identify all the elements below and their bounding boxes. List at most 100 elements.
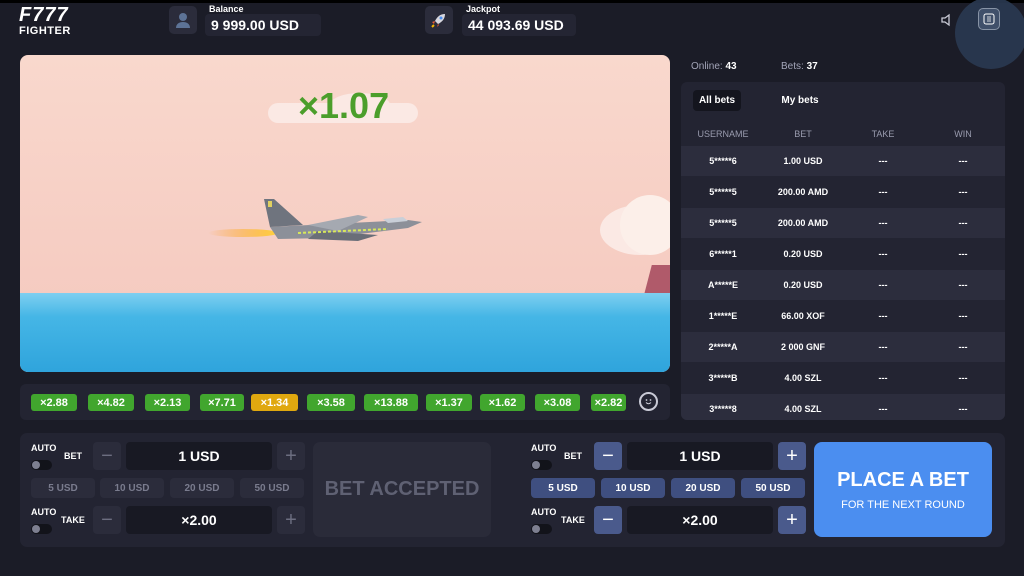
bets-panel: All bets My bets USERNAME BET TAKE WIN 5… [681, 82, 1005, 420]
history-chip: ×3.08 [535, 394, 580, 411]
history-chip: ×7.71 [200, 394, 244, 411]
auto-bet-toggle[interactable] [31, 460, 52, 470]
history-chip: ×2.82 [591, 394, 626, 411]
row-bet: 4.00 SZL [784, 373, 822, 383]
take-label: TAKE [561, 515, 585, 525]
balance-value: 9 999.00 USD [205, 14, 321, 36]
bet-decrease-button[interactable]: − [594, 442, 622, 470]
row-take: --- [878, 311, 888, 321]
bets-label: Bets: [781, 61, 804, 72]
row-take: --- [878, 218, 888, 228]
bet-row: 3*****8 4.00 SZL --- --- [681, 394, 1005, 420]
history-chip: ×1.37 [426, 394, 472, 411]
history-chip: ×13.88 [364, 394, 418, 411]
row-bet: 0.20 USD [783, 280, 823, 290]
row-take: --- [878, 187, 888, 197]
user-icon [169, 6, 197, 34]
row-bet: 1.00 USD [783, 156, 823, 166]
row-bet: 0.20 USD [783, 249, 823, 259]
take-increase-button[interactable]: + [778, 506, 806, 534]
preset-5-usd[interactable]: 5 USD [31, 478, 95, 498]
bet-increase-button[interactable]: + [778, 442, 806, 470]
logo-line-2: FIGHTER [19, 25, 71, 37]
bet-amount-input[interactable]: 1 USD [126, 442, 272, 470]
row-take: --- [878, 404, 888, 414]
bet-row: 1*****E 66.00 XOF --- --- [681, 301, 1005, 331]
row-take: --- [878, 156, 888, 166]
auto-take-label: AUTO [31, 507, 57, 517]
bet-amount-input[interactable]: 1 USD [627, 442, 773, 470]
bet-increase-button[interactable]: + [277, 442, 305, 470]
take-increase-button[interactable]: + [277, 506, 305, 534]
preset-20-usd[interactable]: 20 USD [170, 478, 234, 498]
fighter-jet-icon [208, 199, 422, 241]
bet-accepted-button[interactable]: BET ACCEPTED [313, 442, 491, 537]
bet-row: 2*****A 2 000 GNF --- --- [681, 332, 1005, 362]
bet-row: 5*****6 1.00 USD --- --- [681, 146, 1005, 176]
row-username: 6*****1 [709, 249, 737, 259]
column-header-win: WIN [954, 129, 972, 139]
row-take: --- [878, 249, 888, 259]
preset-50-usd[interactable]: 50 USD [240, 478, 304, 498]
take-decrease-button[interactable]: − [93, 506, 121, 534]
place-bet-button[interactable]: PLACE A BET FOR THE NEXT ROUND [814, 442, 992, 537]
row-take: --- [878, 373, 888, 383]
preset-10-usd[interactable]: 10 USD [601, 478, 665, 498]
auto-take-toggle[interactable] [531, 524, 552, 534]
take-multiplier-input[interactable]: ×2.00 [627, 506, 773, 534]
tab-all-bets[interactable]: All bets [693, 90, 741, 111]
row-win: --- [958, 404, 968, 414]
preset-50-usd[interactable]: 50 USD [741, 478, 805, 498]
column-header-username: USERNAME [697, 129, 749, 139]
bet-row: A*****E 0.20 USD --- --- [681, 270, 1005, 300]
history-chip: ×2.88 [31, 394, 77, 411]
take-decrease-button[interactable]: − [594, 506, 622, 534]
history-chip: ×2.13 [145, 394, 190, 411]
auto-take-label: AUTO [531, 507, 557, 517]
row-take: --- [878, 280, 888, 290]
bet-row: 5*****5 200.00 AMD --- --- [681, 208, 1005, 238]
row-username: 2*****A [708, 342, 738, 352]
row-win: --- [958, 218, 968, 228]
row-bet: 66.00 XOF [781, 311, 825, 321]
row-bet: 4.00 SZL [784, 404, 822, 414]
bets-stat: Bets: 37 [781, 61, 818, 72]
multiplier-history: ×2.88 ×4.82 ×2.13 ×7.71 ×1.34 ×3.58 ×13.… [20, 384, 670, 420]
current-multiplier: ×1.07 [298, 85, 390, 126]
preset-5-usd[interactable]: 5 USD [531, 478, 595, 498]
take-multiplier-input[interactable]: ×2.00 [126, 506, 272, 534]
place-bet-sublabel: FOR THE NEXT ROUND [841, 498, 965, 511]
preset-10-usd[interactable]: 10 USD [100, 478, 164, 498]
row-win: --- [958, 249, 968, 259]
game-canvas: ×1.07 [20, 55, 670, 372]
bet-decrease-button[interactable]: − [93, 442, 121, 470]
row-username: 1*****E [708, 311, 738, 321]
tab-my-bets[interactable]: My bets [774, 90, 826, 111]
overlay-menu-icon[interactable] [978, 8, 1000, 30]
row-take: --- [878, 342, 888, 352]
bet-label: BET [564, 451, 582, 461]
column-header-take: TAKE [871, 129, 895, 139]
row-username: A*****E [707, 280, 738, 290]
row-username: 5*****5 [709, 187, 737, 197]
rock-island [644, 265, 670, 295]
row-bet: 200.00 AMD [777, 187, 829, 197]
bet-row: 5*****5 200.00 AMD --- --- [681, 177, 1005, 207]
top-bar-line [0, 0, 1024, 3]
place-bet-label: PLACE A BET [837, 468, 969, 491]
header: F777 FIGHTER Balance 9 999.00 USD Jackpo… [0, 0, 1024, 69]
row-win: --- [958, 187, 968, 197]
auto-take-toggle[interactable] [31, 524, 52, 534]
auto-bet-label: AUTO [31, 443, 57, 453]
rocket-icon [425, 6, 453, 34]
row-win: --- [958, 156, 968, 166]
row-bet: 200.00 AMD [777, 218, 829, 228]
auto-bet-toggle[interactable] [531, 460, 552, 470]
row-username: 3*****B [708, 373, 738, 383]
smiley-icon[interactable] [639, 392, 658, 411]
preset-20-usd[interactable]: 20 USD [671, 478, 735, 498]
row-username: 5*****5 [709, 218, 737, 228]
column-header-bet: BET [794, 129, 812, 139]
bet-controls-panel: AUTO BET − 1 USD + 5 USD 10 USD 20 USD 5… [20, 433, 1005, 547]
row-win: --- [958, 342, 968, 352]
